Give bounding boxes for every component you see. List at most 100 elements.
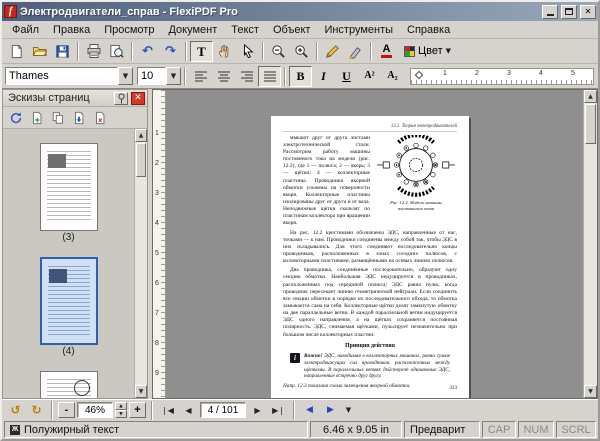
- edit-text-tool-button[interactable]: T: [190, 41, 213, 62]
- app-window: f Электродвигатели_справ - FlexiPDF Pro …: [0, 0, 600, 441]
- first-page-button[interactable]: ❘◀: [158, 402, 177, 419]
- close-button[interactable]: ✕: [580, 5, 596, 19]
- page-number: 323: [450, 386, 458, 393]
- italic-button[interactable]: I: [312, 66, 335, 87]
- menu-text[interactable]: Текст: [224, 23, 266, 37]
- undo-button[interactable]: ↶: [136, 41, 159, 62]
- font-size-dropdown-button[interactable]: ▼: [166, 67, 181, 85]
- scroll-down-button[interactable]: ▼: [135, 385, 147, 398]
- spin-up-button[interactable]: ▲: [115, 402, 127, 410]
- menu-tools[interactable]: Инструменты: [317, 23, 400, 37]
- menu-view[interactable]: Просмотр: [97, 23, 161, 37]
- thumbnail-list: (3) (4) (5): [3, 129, 134, 398]
- zoom-in-tool-button[interactable]: [290, 41, 313, 62]
- next-page-button[interactable]: ▶: [248, 402, 267, 419]
- panel-scrollbar: ▲ ▼: [134, 129, 147, 398]
- font-name-dropdown-button[interactable]: ▼: [118, 67, 133, 85]
- move-page-button[interactable]: [69, 108, 89, 127]
- maximize-icon: [565, 8, 573, 15]
- zoom-out-button[interactable]: -: [58, 402, 75, 418]
- menu-file[interactable]: Файл: [5, 23, 46, 37]
- zoom-level-input[interactable]: [77, 402, 113, 418]
- rotate-left-button[interactable]: ↺: [6, 402, 25, 419]
- ruler-number: 2: [475, 70, 479, 77]
- add-page-icon: +: [30, 111, 44, 125]
- scroll-down-button[interactable]: ▼: [584, 385, 597, 398]
- view-history-dropdown-button[interactable]: ▼: [342, 402, 355, 419]
- rotate-left-icon: ↺: [10, 403, 20, 417]
- rotate-right-button[interactable]: ↻: [27, 402, 46, 419]
- maximize-button[interactable]: [561, 5, 577, 19]
- zoom-out-tool-button[interactable]: [267, 41, 290, 62]
- previous-page-button[interactable]: ◀: [179, 402, 198, 419]
- pdf-page[interactable]: 12.1. Теория электродвигателей: [271, 116, 469, 398]
- print-preview-button[interactable]: [105, 41, 128, 62]
- save-button[interactable]: [51, 41, 74, 62]
- bottom-toolbar: ↺ ↻ - ▲ ▼ + ❘◀ ◀ ▶ ▶❘ ◀ ▶ ▼: [2, 399, 598, 420]
- menu-edit[interactable]: Правка: [46, 23, 97, 37]
- text-color-button[interactable]: A: [375, 41, 398, 62]
- superscript-button[interactable]: A²: [358, 66, 381, 87]
- font-size-input[interactable]: [138, 68, 165, 84]
- align-center-icon: [217, 70, 231, 83]
- menu-document[interactable]: Документ: [161, 23, 224, 37]
- plus-icon: +: [134, 405, 140, 416]
- redo-button[interactable]: ↷: [159, 41, 182, 62]
- add-page-button[interactable]: +: [27, 108, 47, 127]
- open-button[interactable]: [28, 41, 51, 62]
- print-button[interactable]: [82, 41, 105, 62]
- align-left-button[interactable]: [189, 66, 212, 87]
- new-document-button[interactable]: [5, 41, 28, 62]
- pencil-tool-button[interactable]: [321, 41, 344, 62]
- select-object-tool-button[interactable]: [236, 41, 259, 62]
- ruler-indent-marker[interactable]: [415, 70, 423, 78]
- status-hint-panel: Ж Полужирный текст: [4, 421, 308, 438]
- copy-page-button[interactable]: [48, 108, 68, 127]
- scroll-up-button[interactable]: ▲: [135, 129, 147, 142]
- next-view-button[interactable]: ▶: [321, 402, 340, 419]
- align-center-button[interactable]: [212, 66, 235, 87]
- last-page-button[interactable]: ▶❘: [269, 402, 288, 419]
- chevron-down-icon: ▼: [346, 406, 351, 414]
- panel-close-button[interactable]: ✕: [131, 92, 145, 105]
- page-running-header: 12.1. Теория электродвигателей: [283, 124, 457, 132]
- panel-pin-button[interactable]: [114, 92, 128, 105]
- thumbnail-page-5[interactable]: (5): [40, 371, 98, 398]
- delete-page-button[interactable]: ×: [90, 108, 110, 127]
- previous-view-button[interactable]: ◀: [300, 402, 319, 419]
- window-title: Электродвигатели_справ - FlexiPDF Pro: [20, 6, 539, 18]
- hand-tool-button[interactable]: [213, 41, 236, 62]
- bold-button[interactable]: B: [289, 66, 312, 87]
- highlighter-tool-button[interactable]: [344, 41, 367, 62]
- thumbnails-panel: Эскизы страниц ✕ + × (3): [2, 89, 148, 399]
- menu-object[interactable]: Объект: [266, 23, 317, 37]
- align-justify-icon: [263, 70, 277, 83]
- subscript-button[interactable]: A₂: [381, 66, 404, 87]
- minimize-button[interactable]: [542, 5, 558, 19]
- scroll-thumb[interactable]: [585, 104, 596, 144]
- thumbnail-page-3[interactable]: (3): [40, 143, 98, 243]
- align-justify-button[interactable]: [258, 66, 281, 87]
- thumbnail-page-4[interactable]: (4): [40, 257, 98, 357]
- spin-down-button[interactable]: ▼: [115, 410, 127, 418]
- move-page-icon: [72, 111, 86, 125]
- scroll-track[interactable]: [135, 142, 147, 385]
- align-right-button[interactable]: [235, 66, 258, 87]
- scroll-track[interactable]: [584, 103, 597, 385]
- menubar: Файл Правка Просмотр Документ Текст Объе…: [2, 21, 598, 39]
- scroll-thumb[interactable]: [136, 143, 146, 177]
- underline-button[interactable]: U: [335, 66, 358, 87]
- toolbar-separator: [131, 42, 133, 61]
- ruler-number: 2: [155, 160, 159, 167]
- print-preview-icon: [109, 44, 124, 59]
- scroll-up-button[interactable]: ▲: [584, 90, 597, 103]
- color-picker-button[interactable]: Цвет ▼: [398, 41, 457, 62]
- font-name-input[interactable]: [6, 68, 117, 84]
- refresh-thumbnails-button[interactable]: [6, 108, 26, 127]
- toolbar-separator: [51, 401, 53, 420]
- status-num-lock: NUM: [518, 421, 554, 438]
- page-paragraph: На рис. 12.2 крестиками обозначены ЭДС, …: [283, 230, 457, 266]
- page-number-input[interactable]: [200, 402, 246, 418]
- zoom-in-button[interactable]: +: [129, 402, 146, 418]
- menu-help[interactable]: Справка: [400, 23, 457, 37]
